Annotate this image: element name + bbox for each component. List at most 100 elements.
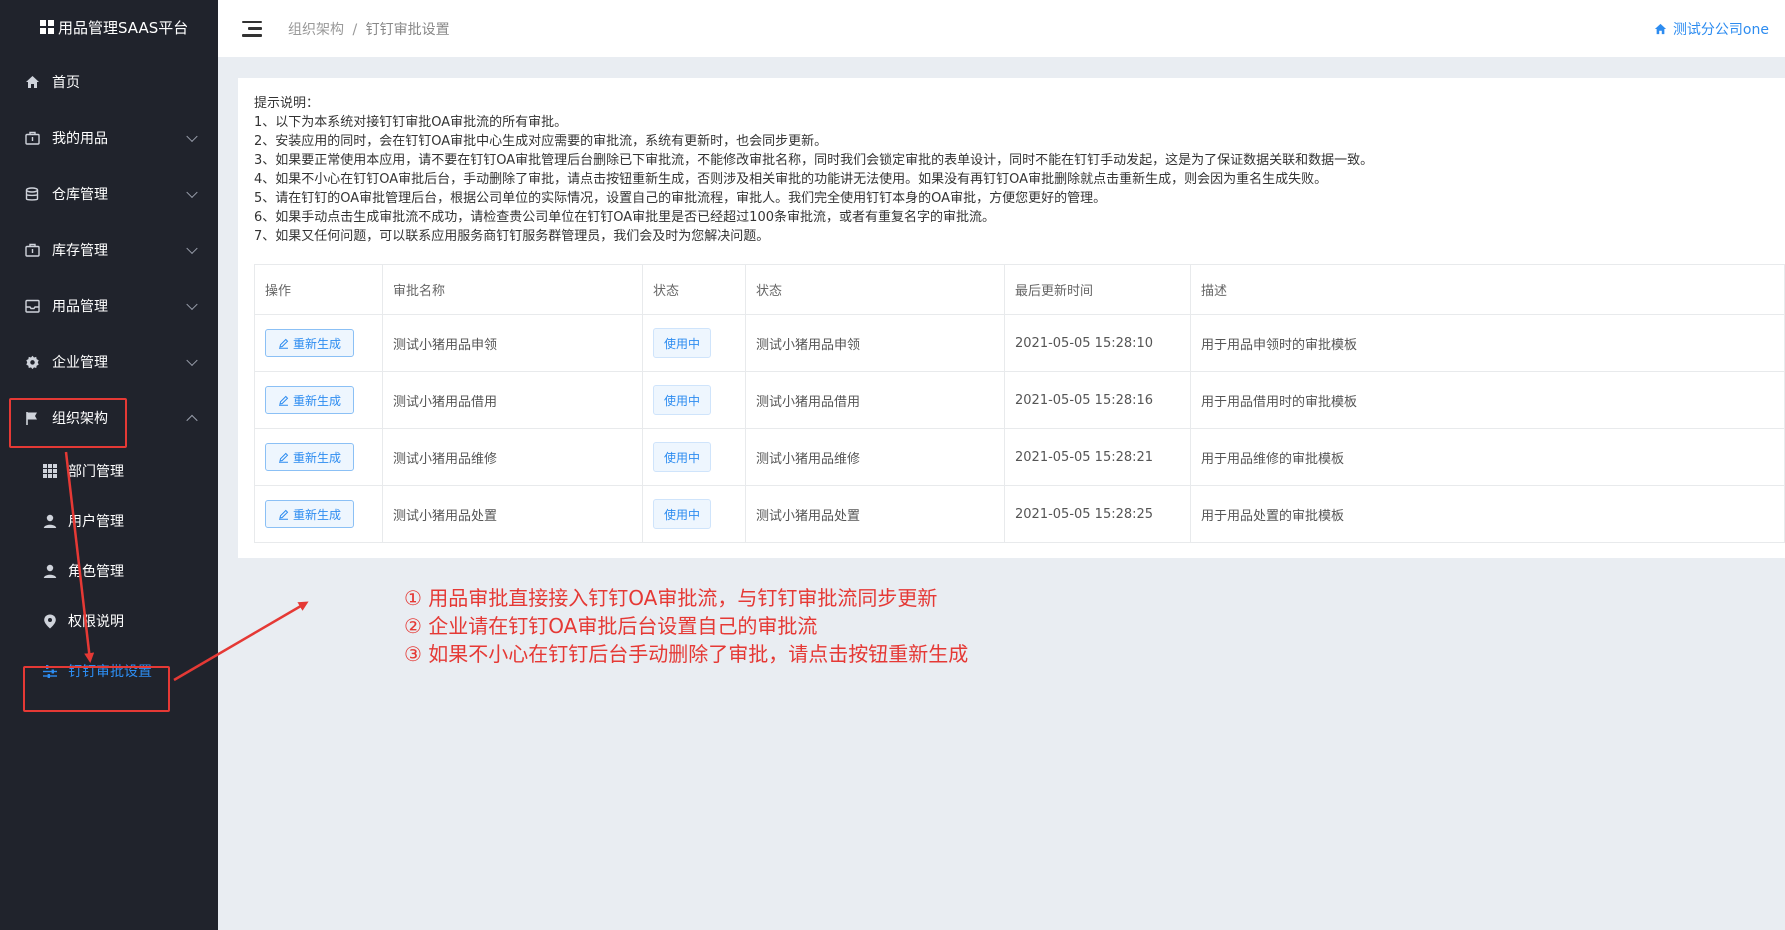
gear-icon (24, 354, 40, 370)
sidebar-item-dingtalk-approval[interactable]: 钉钉审批设置 (0, 646, 218, 696)
top-header: 组织架构 / 钉钉审批设置 测试分公司one (218, 0, 1785, 57)
updated-time-cell: 2021-05-05 15:28:25 (1004, 485, 1191, 543)
briefcase-icon (24, 130, 40, 146)
sidebar-item-roles[interactable]: 角色管理 (0, 546, 218, 596)
sidebar-item-warehouse[interactable]: 仓库管理 (0, 166, 218, 222)
sidebar-item-my-supplies[interactable]: 我的用品 (0, 110, 218, 166)
action-cell: 重新生成 (254, 485, 383, 543)
sidebar-item-label: 用品管理 (52, 299, 108, 315)
column-header: 审批名称 (382, 264, 643, 315)
sidebar-item-label: 库存管理 (52, 243, 108, 259)
regenerate-button[interactable]: 重新生成 (265, 386, 355, 414)
sidebar-item-permissions[interactable]: 权限说明 (0, 596, 218, 646)
chevron-down-icon (186, 242, 198, 255)
instruction-line: 7、如果又任何问题，可以联系应用服务商钉钉服务群管理员，我们会及时为您解决问题。 (254, 229, 770, 244)
description-cell: 用于用品借用时的审批模板 (1190, 371, 1785, 429)
sidebar-item-users[interactable]: 用户管理 (0, 496, 218, 546)
inbox-icon (24, 298, 40, 314)
description-cell: 用于用品处置的审批模板 (1190, 485, 1785, 543)
sidebar-item-organization[interactable]: 组织架构 (0, 390, 218, 446)
chevron-down-icon (186, 298, 198, 311)
sidebar-item-label: 组织架构 (52, 411, 108, 427)
status-badge: 使用中 (653, 328, 712, 358)
user-icon (42, 563, 58, 579)
column-header: 描述 (1190, 264, 1785, 315)
sidebar-item-label: 首页 (52, 75, 80, 91)
logo-icon (40, 20, 54, 34)
chevron-up-icon (186, 414, 198, 427)
home-icon (24, 74, 40, 90)
instruction-line: 1、以下为本系统对接钉钉审批OA审批流的所有审批。 (254, 115, 568, 130)
instruction-line: 6、如果手动点击生成审批流不成功，请检查贵公司单位在钉钉OA审批里是否已经超过1… (254, 210, 995, 225)
table-row: 重新生成 测试小猪用品申领 使用中 测试小猪用品申领 2021-05-05 15… (254, 314, 1785, 372)
regenerate-button[interactable]: 重新生成 (265, 443, 355, 471)
status2-cell: 测试小猪用品借用 (745, 371, 1005, 429)
column-header: 最后更新时间 (1004, 264, 1191, 315)
updated-time-cell: 2021-05-05 15:28:10 (1004, 314, 1191, 372)
regenerate-label: 重新生成 (293, 393, 342, 408)
status-cell: 使用中 (642, 371, 746, 429)
organization-submenu: 部门管理 用户管理 角色管理 权限说明 钉钉审批设置 (0, 446, 218, 696)
column-header: 操作 (254, 264, 383, 315)
column-header: 状态 (745, 264, 1005, 315)
instruction-line: 3、如果要正常使用本应用，请不要在钉钉OA审批管理后台删除已下审批流，不能修改审… (254, 153, 1374, 168)
approval-name-cell: 测试小猪用品处置 (382, 485, 643, 543)
user-icon (42, 513, 58, 529)
grid-icon (42, 463, 58, 479)
approval-table: 操作 审批名称 状态 状态 最后更新时间 描述 重新生成 测试小猪用品申领 使用… (254, 264, 1785, 543)
column-header: 状态 (642, 264, 746, 315)
edit-icon (279, 509, 289, 520)
sidebar-item-inventory[interactable]: 库存管理 (0, 222, 218, 278)
home-icon (1654, 23, 1667, 35)
sidebar-item-label: 角色管理 (68, 564, 124, 580)
sidebar-item-supplies[interactable]: 用品管理 (0, 278, 218, 334)
status-cell: 使用中 (642, 314, 746, 372)
instruction-line: 5、请在钉钉的OA审批管理后台，根据公司单位的实际情况，设置自己的审批流程，审批… (254, 191, 1107, 206)
app-logo[interactable]: 用品管理SAAS平台 (0, 0, 218, 54)
database-icon (24, 186, 40, 202)
updated-time-cell: 2021-05-05 15:28:16 (1004, 371, 1191, 429)
edit-icon (279, 395, 289, 406)
app-title: 用品管理SAAS平台 (58, 18, 189, 37)
sidebar-item-label: 部门管理 (68, 464, 124, 480)
edit-icon (279, 338, 289, 349)
table-row: 重新生成 测试小猪用品处置 使用中 测试小猪用品处置 2021-05-05 15… (254, 485, 1785, 543)
edit-icon (279, 452, 289, 463)
sidebar-item-label: 企业管理 (52, 355, 108, 371)
content-card: 提示说明： 1、以下为本系统对接钉钉审批OA审批流的所有审批。 2、安装应用的同… (238, 78, 1785, 558)
sidebar-item-label: 我的用品 (52, 131, 108, 147)
regenerate-button[interactable]: 重新生成 (265, 329, 355, 357)
chevron-down-icon (186, 186, 198, 199)
sidebar-item-label: 仓库管理 (52, 187, 108, 203)
flag-icon (24, 410, 40, 426)
annotation-line: ③ 如果不小心在钉钉后台手动删除了审批，请点击按钮重新生成 (404, 642, 969, 666)
action-cell: 重新生成 (254, 371, 383, 429)
sidebar-item-home[interactable]: 首页 (0, 54, 218, 110)
description-cell: 用于用品维修的审批模板 (1190, 428, 1785, 486)
instructions-title: 提示说明： (254, 96, 320, 111)
regenerate-button[interactable]: 重新生成 (265, 500, 355, 528)
menu-toggle-icon[interactable] (242, 20, 262, 37)
approval-name-cell: 测试小猪用品申领 (382, 314, 643, 372)
annotation-text: ① 用品审批直接接入钉钉OA审批流，与钉钉审批流同步更新 ② 企业请在钉钉OA审… (404, 584, 968, 668)
status2-cell: 测试小猪用品处置 (745, 485, 1005, 543)
table-row: 重新生成 测试小猪用品借用 使用中 测试小猪用品借用 2021-05-05 15… (254, 371, 1785, 429)
breadcrumb-item[interactable]: 组织架构 (288, 22, 344, 38)
chevron-down-icon (186, 354, 198, 367)
regenerate-label: 重新生成 (293, 336, 342, 351)
sidebar-item-departments[interactable]: 部门管理 (0, 446, 218, 496)
status-cell: 使用中 (642, 485, 746, 543)
sidebar-item-label: 钉钉审批设置 (68, 664, 152, 680)
action-cell: 重新生成 (254, 428, 383, 486)
action-cell: 重新生成 (254, 314, 383, 372)
company-switcher[interactable]: 测试分公司one (1654, 19, 1769, 39)
regenerate-label: 重新生成 (293, 450, 342, 465)
sidebar-item-enterprise[interactable]: 企业管理 (0, 334, 218, 390)
status-badge: 使用中 (653, 442, 712, 472)
instructions: 提示说明： 1、以下为本系统对接钉钉审批OA审批流的所有审批。 2、安装应用的同… (254, 94, 1769, 246)
approval-name-cell: 测试小猪用品借用 (382, 371, 643, 429)
sidebar-item-label: 权限说明 (68, 614, 124, 630)
breadcrumb-current: 钉钉审批设置 (365, 21, 450, 38)
table-header-row: 操作 审批名称 状态 状态 最后更新时间 描述 (254, 264, 1785, 315)
annotation-line: ② 企业请在钉钉OA审批后台设置自己的审批流 (404, 614, 818, 638)
